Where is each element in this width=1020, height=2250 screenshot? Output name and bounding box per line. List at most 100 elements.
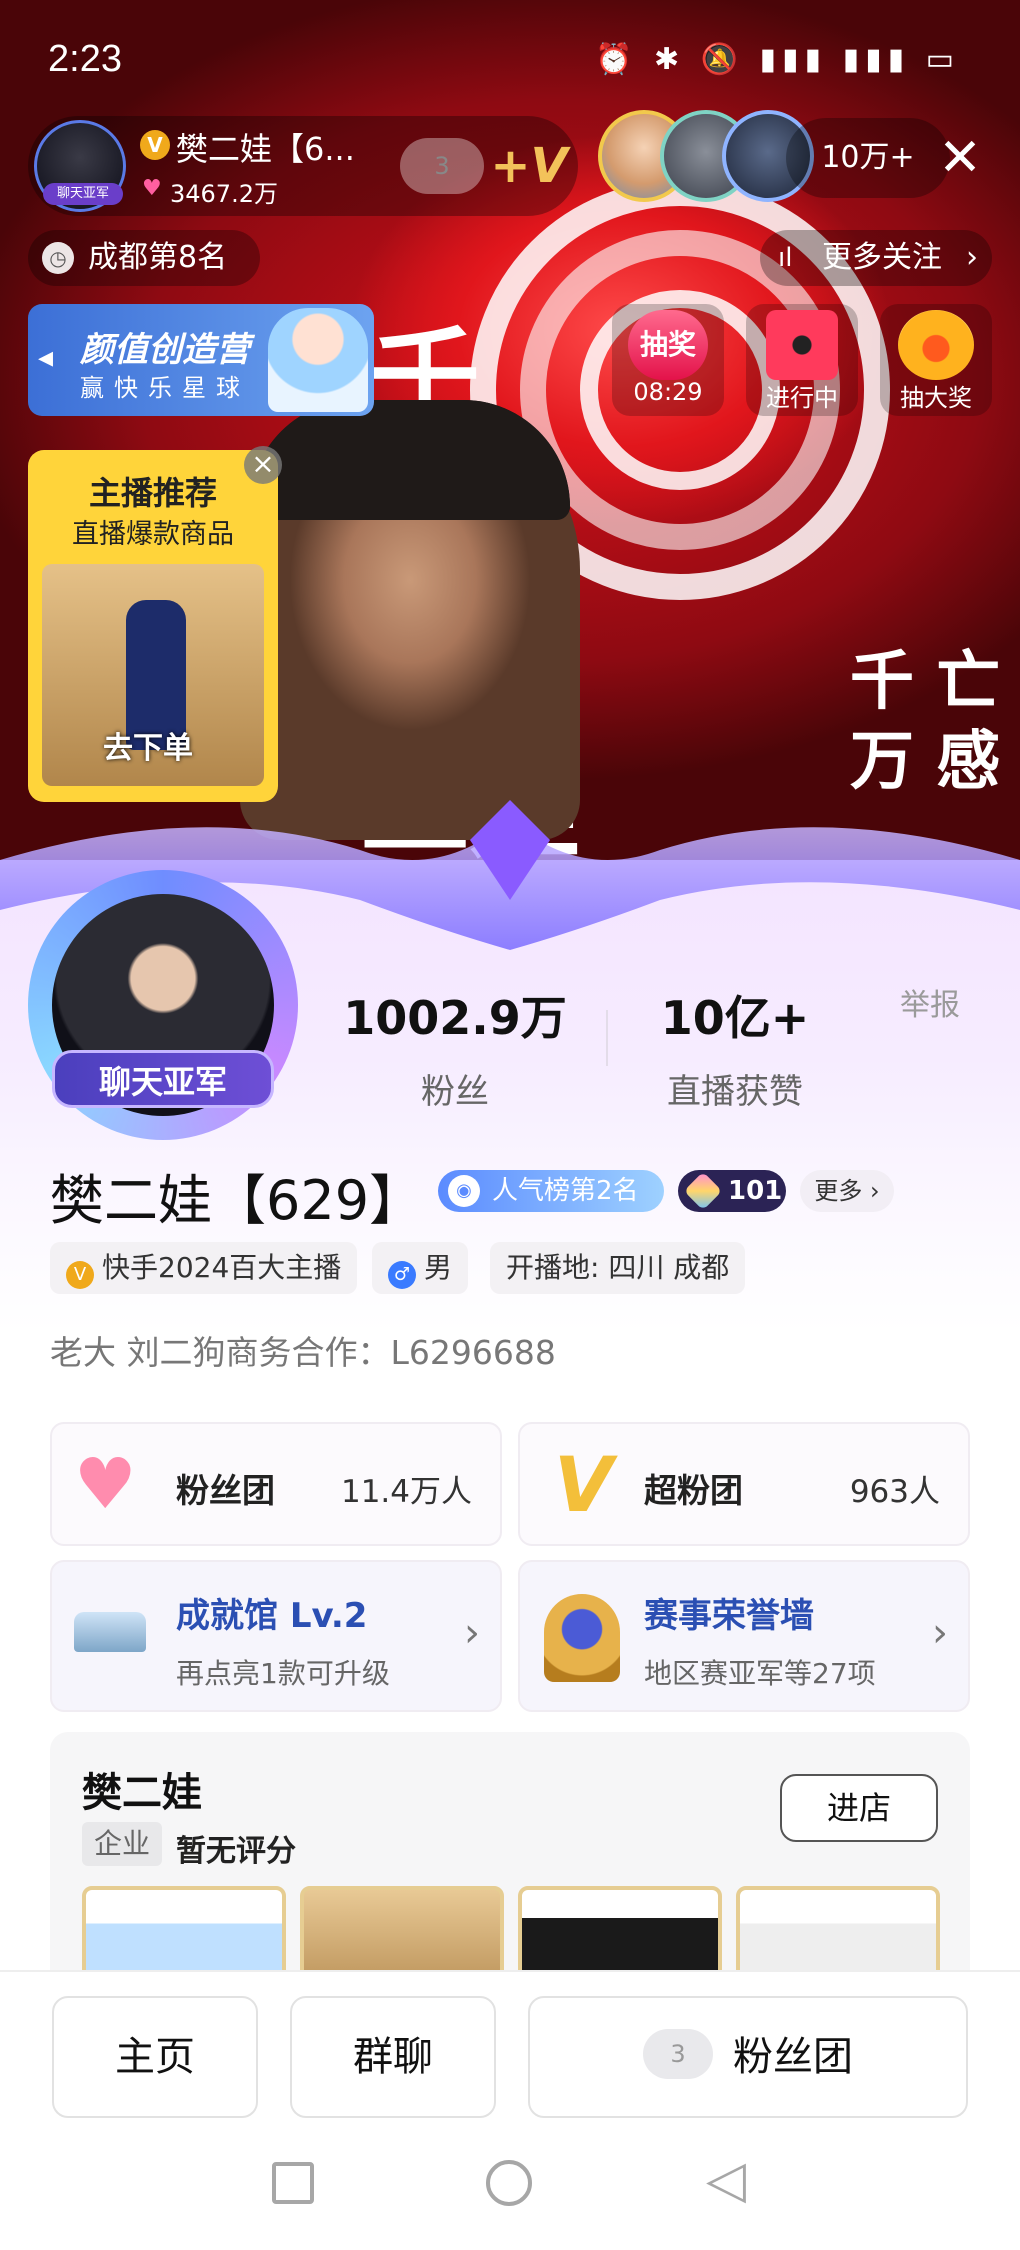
close-icon[interactable]: ✕ bbox=[930, 128, 990, 188]
popularity-rank-label: 人气榜第2名 bbox=[492, 1176, 639, 1206]
achievement-card[interactable]: 成就馆 Lv.2 再点亮1款可升级 › bbox=[50, 1560, 502, 1712]
ongoing-button[interactable]: 进行中 bbox=[746, 304, 858, 416]
report-link[interactable]: 举报 bbox=[900, 980, 960, 1024]
v-icon: V bbox=[554, 1440, 613, 1529]
honor-wall-title: 赛事荣誉墙 bbox=[644, 1596, 814, 1636]
recommend-card[interactable]: 主播推荐 直播爆款商品 去下单 bbox=[28, 450, 278, 802]
back-nav-icon[interactable]: ◁ bbox=[706, 2150, 746, 2210]
viewer-count[interactable]: 10万+ bbox=[786, 118, 950, 198]
close-icon[interactable]: × bbox=[244, 446, 282, 484]
gem-icon bbox=[683, 1171, 723, 1211]
tag-label: 男 bbox=[424, 1251, 453, 1284]
lottery-timer: 08:29 bbox=[633, 378, 703, 406]
fan-club-label: 粉丝团 bbox=[733, 2034, 853, 2080]
stage-graphic: 千 亡 bbox=[850, 644, 1001, 719]
level-value: 101 bbox=[728, 1176, 783, 1206]
big-prize-label: 抽大奖 bbox=[900, 384, 972, 412]
enter-shop-button[interactable]: 进店 bbox=[780, 1774, 938, 1842]
anchor-capsule[interactable]: 聊天亚军 V 樊二娃【6... ♥ 3467.2万 3 +V bbox=[28, 116, 578, 216]
tag-gender: ♂ 男 bbox=[372, 1242, 469, 1294]
honor-wall-subtitle: 地区赛亚军等27项 bbox=[644, 1657, 876, 1690]
fans-stat[interactable]: 1002.9万 粉丝 bbox=[340, 982, 570, 1113]
popularity-rank-badge[interactable]: ◉ 人气榜第2名 bbox=[438, 1170, 664, 1212]
live-video[interactable]: 千 二娃 千 亡 万 感 2:23 ⏰ ✱ 🔕 ▮▮▮ ▮▮▮ ▭ 聊天亚军 V… bbox=[0, 0, 1020, 900]
divider bbox=[606, 1010, 608, 1066]
chart-icon: ıl bbox=[778, 243, 793, 273]
lottery-icon: 抽奖 bbox=[628, 310, 708, 380]
more-button[interactable]: 更多 › bbox=[800, 1170, 894, 1212]
city-rank[interactable]: ◷ 成都第8名 bbox=[28, 230, 260, 286]
anchor-avatar-badge: 聊天亚军 bbox=[43, 183, 123, 205]
super-fan-v-icon[interactable]: +V bbox=[490, 132, 568, 200]
lottery-button[interactable]: 抽奖 08:29 bbox=[612, 304, 724, 416]
likes-stat[interactable]: 10亿+ 直播获赞 bbox=[640, 982, 830, 1113]
group-chat-button[interactable]: 群聊 bbox=[290, 1996, 496, 2118]
chevron-right-icon: › bbox=[966, 240, 978, 275]
achievement-title: 成就馆 Lv.2 bbox=[176, 1596, 368, 1636]
likes-count: 10亿+ bbox=[660, 991, 810, 1045]
anchor-likes: 3467.2万 bbox=[170, 180, 278, 208]
verified-icon: V bbox=[66, 1261, 94, 1289]
avatar-ribbon: 聊天亚军 bbox=[52, 1050, 274, 1108]
fan-club-card[interactable]: ♥ 粉丝团 11.4万人 bbox=[50, 1422, 502, 1546]
tag-label: 开播地: 四川 成都 bbox=[506, 1251, 730, 1284]
big-prize-icon bbox=[898, 310, 974, 380]
city-rank-label: 成都第8名 bbox=[88, 240, 228, 275]
super-fan-count: 963人 bbox=[849, 1474, 940, 1510]
promo-character bbox=[268, 308, 368, 412]
likes-label: 直播获赞 bbox=[667, 1072, 803, 1112]
anchor-avatar[interactable]: 聊天亚军 bbox=[34, 120, 126, 212]
rank-icon: ◉ bbox=[448, 1175, 480, 1207]
heart-icon: ♥ bbox=[142, 176, 162, 201]
more-follow-button[interactable]: ıl 更多关注 › bbox=[760, 230, 992, 286]
chevron-right-icon: › bbox=[464, 1610, 480, 1656]
ongoing-icon bbox=[766, 310, 838, 380]
trophy-icon bbox=[544, 1594, 620, 1682]
chevron-right-icon: › bbox=[932, 1610, 948, 1656]
verified-icon: V bbox=[140, 130, 170, 160]
more-label: 更多 bbox=[814, 1177, 863, 1205]
big-prize-button[interactable]: 抽大奖 bbox=[880, 304, 992, 416]
super-fan-card[interactable]: V 超粉团 963人 bbox=[518, 1422, 970, 1546]
fans-label: 粉丝 bbox=[421, 1072, 489, 1112]
more-follow-label: 更多关注 bbox=[822, 240, 942, 275]
recommend-title: 主播推荐 bbox=[88, 474, 217, 512]
home-button[interactable]: 主页 bbox=[52, 1996, 258, 2118]
fan-club-count: 11.4万人 bbox=[340, 1474, 472, 1510]
anchor-name: 樊二娃【6... bbox=[176, 130, 355, 168]
fan-club-name: 粉丝团 bbox=[176, 1471, 275, 1510]
profile-avatar[interactable]: 聊天亚军 bbox=[28, 870, 298, 1140]
fans-count: 1002.9万 bbox=[343, 991, 567, 1045]
tag-top-streamer[interactable]: V 快手2024百大主播 bbox=[50, 1242, 358, 1294]
streamer-hair bbox=[250, 400, 570, 520]
shop-name: 樊二娃 bbox=[82, 1770, 202, 1816]
shop-type-tag: 企业 bbox=[82, 1822, 162, 1866]
fan-level-heart-icon: 3 bbox=[643, 2029, 713, 2079]
status-bar: 2:23 ⏰ ✱ 🔕 ▮▮▮ ▮▮▮ ▭ bbox=[0, 0, 1020, 110]
level-badge[interactable]: 101 bbox=[678, 1170, 786, 1212]
promo-subtitle: 赢快乐星球 bbox=[80, 374, 250, 402]
honor-wall-card[interactable]: 赛事荣誉墙 地区赛亚军等27项 › bbox=[518, 1560, 970, 1712]
promo-banner[interactable]: ◂ 颜值创造营 赢快乐星球 bbox=[28, 304, 374, 416]
circle-nav-icon[interactable] bbox=[486, 2160, 532, 2206]
status-icons: ⏰ ✱ 🔕 ▮▮▮ ▮▮▮ ▭ bbox=[595, 42, 960, 77]
square-nav-icon[interactable] bbox=[272, 2162, 314, 2204]
achievement-subtitle: 再点亮1款可升级 bbox=[176, 1657, 390, 1690]
fan-level-heart-icon[interactable]: 3 bbox=[400, 138, 484, 194]
profile-bio: 老大 刘二狗商务合作：L6296688 bbox=[50, 1333, 556, 1372]
super-fan-name: 超粉团 bbox=[644, 1471, 743, 1510]
system-nav-bar: ◁ bbox=[0, 2130, 1020, 2250]
status-time: 2:23 bbox=[48, 38, 122, 80]
shop-rating: 暂无评分 bbox=[176, 1834, 296, 1869]
profile-name: 樊二娃【629】 bbox=[50, 1169, 424, 1232]
stage-graphic: 万 感 bbox=[850, 724, 1001, 799]
fan-club-button[interactable]: 3 粉丝团 bbox=[528, 1996, 968, 2118]
chevron-left-icon: ◂ bbox=[38, 340, 54, 375]
recommend-subtitle: 直播爆款商品 bbox=[72, 519, 234, 550]
clock-icon: ◷ bbox=[42, 242, 74, 274]
promo-title: 颜值创造营 bbox=[80, 330, 250, 370]
order-button[interactable]: 去下单 bbox=[68, 726, 228, 772]
crown-icon bbox=[74, 1612, 146, 1652]
tag-location: 开播地: 四川 成都 bbox=[490, 1242, 746, 1294]
ongoing-label: 进行中 bbox=[766, 384, 838, 412]
